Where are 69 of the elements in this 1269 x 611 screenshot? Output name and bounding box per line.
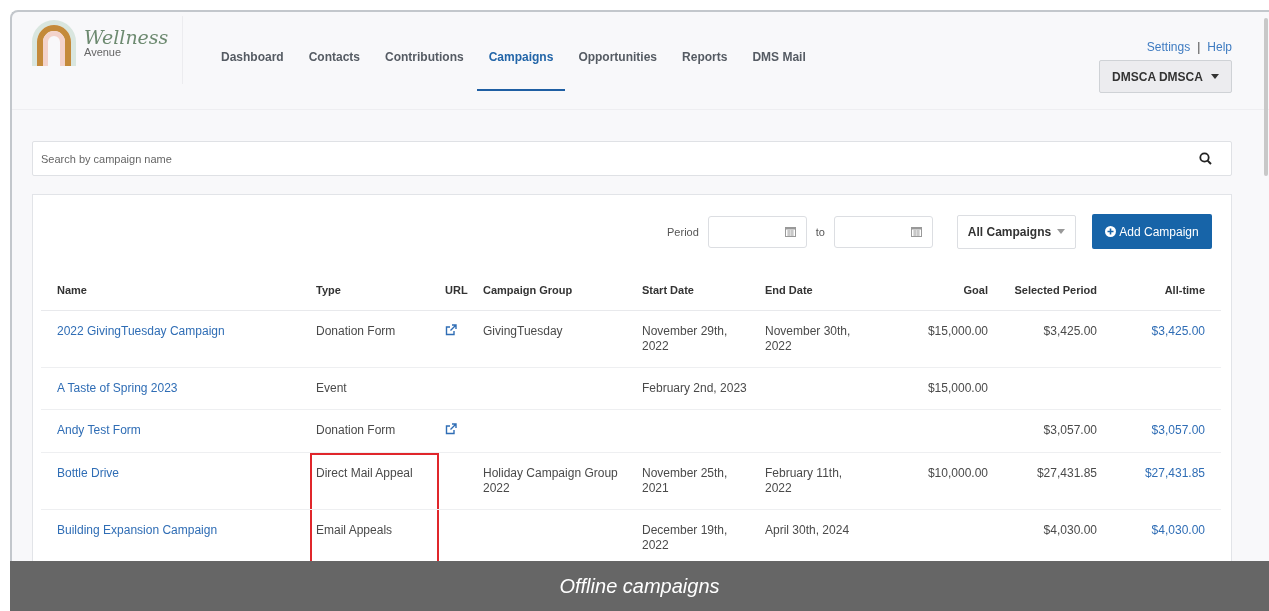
all-time-link[interactable]: $27,431.85 xyxy=(1144,466,1205,480)
table-cell: November 25th, 2021 xyxy=(642,466,728,495)
plus-circle-icon xyxy=(1105,226,1117,237)
campaign-name-link[interactable]: 2022 GivingTuesday Campaign xyxy=(57,324,225,338)
nav-tab[interactable]: Contributions xyxy=(373,12,476,91)
table-cell: $4,030.00 xyxy=(1043,523,1097,537)
table-cell: $15,000.00 xyxy=(927,381,988,395)
table-cell: Donation Form xyxy=(316,324,396,338)
table-cell: December 19th, 2022 xyxy=(642,523,728,552)
campaign-name-link[interactable]: Bottle Drive xyxy=(57,466,120,480)
header-link[interactable]: Settings xyxy=(1146,40,1191,54)
column-header: Name xyxy=(41,270,310,311)
search-icon[interactable] xyxy=(1199,152,1212,165)
table-cell: April 30th, 2024 xyxy=(765,523,850,537)
table-cell: $15,000.00 xyxy=(927,324,988,338)
column-header: Selected Period xyxy=(1004,270,1113,311)
nav-tab[interactable]: Reports xyxy=(670,12,740,91)
column-header: Goal xyxy=(865,270,1004,311)
start-date-field[interactable] xyxy=(707,215,807,248)
external-link-icon[interactable] xyxy=(445,423,457,435)
logo-title: Wellness xyxy=(84,28,169,47)
table-cell: Holiday Campaign Group 2022 xyxy=(483,466,618,495)
search-field[interactable]: Search by campaign name xyxy=(32,141,1232,176)
table-cell: November 29th, 2022 xyxy=(642,324,728,353)
table-cell: November 30th, 2022 xyxy=(765,324,851,353)
all-time-link[interactable]: $4,030.00 xyxy=(1151,523,1205,537)
scrollbar-thumb[interactable] xyxy=(1264,18,1268,176)
add-campaign-button[interactable]: Add Campaign xyxy=(1092,214,1212,249)
logo-subtitle: Avenue xyxy=(84,47,123,58)
table-cell: Event xyxy=(316,381,347,395)
table-cell: Direct Mail Appeal xyxy=(316,466,413,480)
nav-tab[interactable]: Campaigns xyxy=(476,12,566,91)
to-label: to xyxy=(815,225,825,238)
campaign-name-link[interactable]: A Taste of Spring 2023 xyxy=(57,381,178,395)
table-cell: $10,000.00 xyxy=(927,466,988,480)
table-cell: $3,057.00 xyxy=(1043,423,1097,437)
table-cell: February 11th, 2022 xyxy=(765,466,843,495)
nav-tab[interactable]: Dashboard xyxy=(209,12,296,91)
all-time-link[interactable]: $3,057.00 xyxy=(1151,423,1205,437)
caption-bar: Offline campaigns xyxy=(10,561,1269,611)
end-date-field[interactable] xyxy=(834,215,933,248)
caret-icon xyxy=(1057,229,1066,234)
all-time-link[interactable]: $3,425.00 xyxy=(1151,324,1205,338)
calendar-icon xyxy=(784,226,796,237)
caret-icon xyxy=(1210,74,1219,79)
external-link-icon[interactable] xyxy=(445,324,457,336)
table-cell: February 2nd, 2023 xyxy=(642,381,747,395)
table-cell: $27,431.85 xyxy=(1036,466,1097,480)
column-header: All-time xyxy=(1113,270,1221,311)
column-header: Type xyxy=(310,270,439,311)
calendar-icon xyxy=(911,226,922,237)
campaign-name-link[interactable]: Building Expansion Campaign xyxy=(57,523,218,537)
column-header: URL xyxy=(439,270,477,311)
column-header: End Date xyxy=(759,270,865,311)
table-cell: $3,425.00 xyxy=(1043,324,1097,338)
campaign-name-link[interactable]: Andy Test Form xyxy=(57,423,141,437)
table-cell: Donation Form xyxy=(316,423,396,437)
link-separator: | xyxy=(1197,40,1201,54)
nav-tab[interactable]: Opportunities xyxy=(566,12,670,91)
period-label: Period xyxy=(667,225,699,238)
table-cell: Email Appeals xyxy=(316,523,393,537)
user-menu-button[interactable]: DMSCA DMSCA xyxy=(1099,60,1232,93)
header-link[interactable]: Help xyxy=(1207,40,1232,54)
column-header: Campaign Group xyxy=(477,270,636,311)
campaign-filter-dropdown[interactable]: All Campaigns xyxy=(957,214,1076,249)
table-cell: GivingTuesday xyxy=(483,324,563,338)
nav-tab[interactable]: Contacts xyxy=(296,12,373,91)
nav-tab[interactable]: DMS Mail xyxy=(740,12,818,91)
column-header: Start Date xyxy=(636,270,759,311)
